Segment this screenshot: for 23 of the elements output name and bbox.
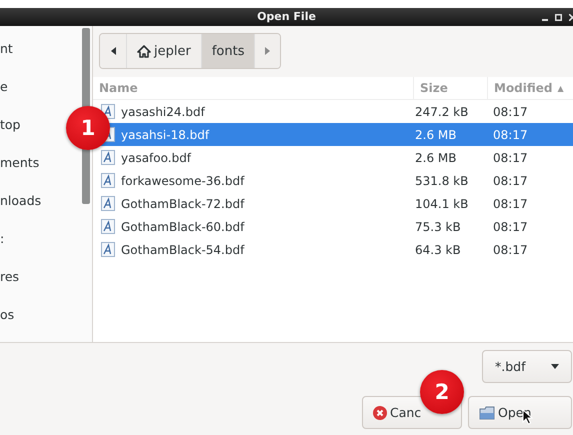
file-name: yasahsi-18.bdf (121, 128, 210, 142)
file-modified-time: 08:17 (493, 104, 528, 118)
window-title: Open File (257, 9, 316, 25)
file-name: yasafoo.bdf (121, 150, 192, 164)
file-modified-time: 08:17 (493, 150, 528, 164)
file-name: GothamBlack-72.bdf (121, 196, 244, 210)
file-name: yasashi24.bdf (121, 104, 205, 118)
file-modified-time: 08:17 (493, 196, 528, 210)
file-modified-time: 08:17 (493, 220, 528, 234)
file-modified-time: 08:17 (493, 242, 528, 256)
file-name: GothamBlack-60.bdf (121, 220, 244, 234)
file-size: 2.6 MB (415, 128, 456, 142)
file-size: 247.2 kB (415, 104, 468, 118)
file-modified-time: 08:17 (493, 128, 528, 142)
file-size: 531.8 kB (415, 174, 468, 188)
file-size: 75.3 kB (415, 220, 461, 234)
file-size: 64.3 kB (415, 242, 461, 256)
file-modified-time: 08:17 (493, 174, 528, 188)
file-size: 104.1 kB (415, 196, 468, 210)
file-name: GothamBlack-54.bdf (121, 242, 244, 256)
file-name: forkawesome-36.bdf (121, 174, 244, 188)
sort-indicator: ▲ (558, 84, 564, 92)
file-size: 2.6 MB (415, 150, 456, 164)
